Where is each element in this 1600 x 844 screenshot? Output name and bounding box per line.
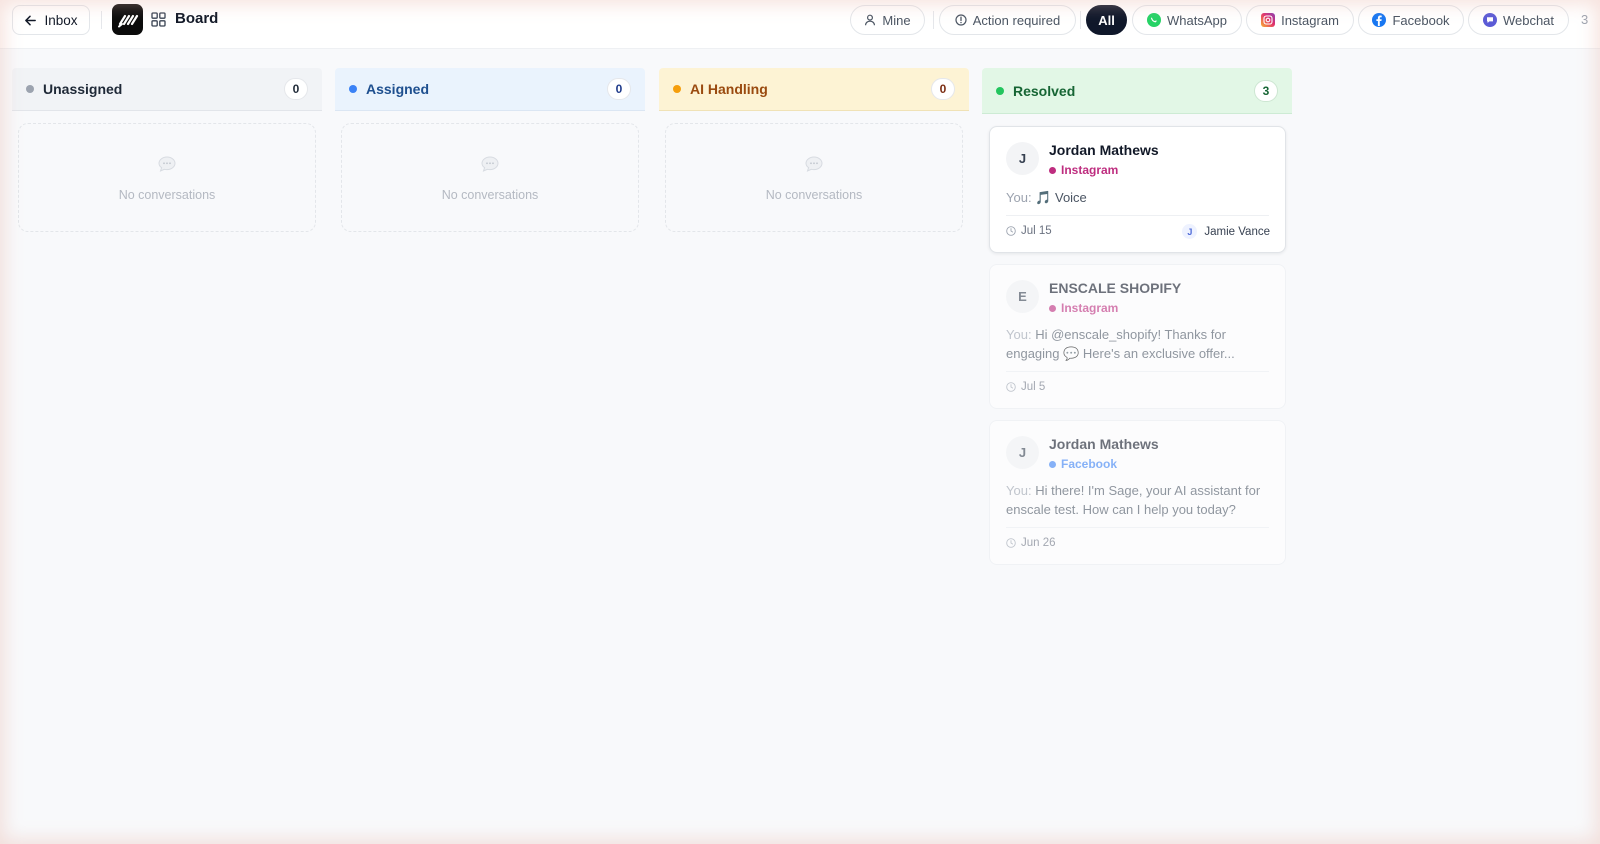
chat-bubble-icon bbox=[158, 155, 176, 172]
assignee-avatar: J bbox=[1182, 224, 1198, 239]
channel-label: Instagram bbox=[1049, 301, 1118, 315]
timestamp: Jul 15 bbox=[1006, 225, 1052, 237]
filter-all-label: All bbox=[1098, 12, 1115, 28]
top-bar: Inbox Board Mine Action required All Wha… bbox=[0, 0, 1600, 49]
avatar: E bbox=[1006, 280, 1039, 313]
arrow-left-icon bbox=[25, 15, 37, 25]
column-title: AI Handling bbox=[690, 81, 768, 97]
message-preview: You: Hi @enscale_shopify! Thanks for eng… bbox=[1006, 325, 1271, 363]
preview-text: Hi there! I'm Sage, your AI assistant fo… bbox=[1006, 483, 1261, 517]
webchat-icon bbox=[1482, 13, 1497, 27]
timestamp-text: Jul 5 bbox=[1021, 381, 1046, 393]
grid-icon bbox=[151, 12, 166, 27]
column-header-resolved: Resolved 3 bbox=[982, 68, 1292, 114]
filter-all-button[interactable]: All bbox=[1086, 5, 1127, 35]
channel-name: Facebook bbox=[1061, 457, 1118, 471]
channel-dot bbox=[1049, 460, 1056, 468]
filter-whatsapp-label: WhatsApp bbox=[1167, 12, 1227, 28]
filter-action-required-label: Action required bbox=[972, 12, 1061, 28]
divider bbox=[1080, 11, 1081, 29]
empty-state-text: No conversations bbox=[118, 187, 216, 202]
preview-prefix: You: bbox=[1006, 327, 1032, 342]
user-icon bbox=[865, 14, 876, 26]
preview-text: 🎵 Voice bbox=[1035, 190, 1087, 205]
assignee: J Jamie Vance bbox=[1182, 224, 1270, 239]
divider bbox=[1006, 371, 1269, 372]
divider bbox=[1006, 215, 1269, 216]
back-to-inbox-button[interactable]: Inbox bbox=[12, 5, 90, 35]
filter-facebook-button[interactable]: Facebook bbox=[1358, 5, 1464, 35]
conversation-card[interactable]: J Jordan Mathews Instagram You: 🎵 Voice … bbox=[989, 126, 1286, 253]
filter-facebook-label: Facebook bbox=[1392, 12, 1450, 28]
instagram-icon bbox=[1261, 13, 1276, 27]
timestamp: Jun 26 bbox=[1006, 537, 1056, 549]
status-dot bbox=[673, 85, 681, 93]
status-dot bbox=[26, 85, 34, 93]
channel-label: Instagram bbox=[1049, 163, 1118, 177]
facebook-icon bbox=[1372, 13, 1387, 27]
column-title: Assigned bbox=[366, 81, 430, 97]
empty-state-assigned: No conversations bbox=[341, 123, 639, 232]
logo-slashes-icon bbox=[117, 14, 138, 27]
empty-state-text: No conversations bbox=[441, 187, 539, 202]
filter-webchat-label: Webchat bbox=[1502, 12, 1555, 28]
page-title: Board bbox=[175, 10, 219, 27]
filter-webchat-button[interactable]: Webchat bbox=[1468, 5, 1569, 35]
channel-dot bbox=[1049, 304, 1056, 312]
assignee-name: Jamie Vance bbox=[1204, 225, 1270, 238]
divider bbox=[101, 11, 102, 29]
filter-mine-button[interactable]: Mine bbox=[850, 5, 925, 35]
preview-prefix: You: bbox=[1006, 483, 1032, 498]
contact-name: ENSCALE SHOPIFY bbox=[1049, 280, 1182, 296]
preview-text: Hi @enscale_shopify! Thanks for engaging… bbox=[1006, 327, 1235, 361]
conversation-card[interactable]: J Jordan Mathews Facebook You: Hi there!… bbox=[989, 420, 1286, 565]
column-title: Unassigned bbox=[43, 81, 123, 97]
channel-label: Facebook bbox=[1049, 457, 1117, 471]
column-count-badge: 0 bbox=[607, 78, 631, 100]
contact-name: Jordan Mathews bbox=[1049, 436, 1159, 452]
status-dot bbox=[349, 85, 357, 93]
conversation-card[interactable]: E ENSCALE SHOPIFY Instagram You: Hi @ens… bbox=[989, 264, 1286, 409]
contact-name: Jordan Mathews bbox=[1049, 142, 1159, 158]
channel-name: Instagram bbox=[1061, 163, 1119, 177]
channel-dot bbox=[1049, 166, 1056, 174]
app-logo bbox=[112, 4, 143, 35]
avatar: J bbox=[1006, 436, 1039, 469]
clock-icon bbox=[1006, 538, 1016, 548]
filter-whatsapp-button[interactable]: WhatsApp bbox=[1132, 5, 1242, 35]
preview-prefix: You: bbox=[1006, 190, 1032, 205]
empty-state-text: No conversations bbox=[765, 187, 863, 202]
clock-icon bbox=[1006, 382, 1016, 392]
clock-icon bbox=[1006, 226, 1016, 236]
alert-circle-icon bbox=[955, 14, 967, 26]
message-preview: You: Hi there! I'm Sage, your AI assista… bbox=[1006, 481, 1271, 519]
column-title: Resolved bbox=[1013, 82, 1076, 99]
overflow-count: 3 bbox=[1581, 12, 1589, 27]
status-dot bbox=[996, 86, 1004, 95]
chat-bubble-icon bbox=[481, 155, 499, 172]
empty-state-ai-handling: No conversations bbox=[665, 123, 963, 232]
filter-instagram-button[interactable]: Instagram bbox=[1246, 5, 1354, 35]
timestamp: Jul 5 bbox=[1006, 381, 1045, 393]
divider bbox=[933, 11, 934, 29]
whatsapp-icon bbox=[1147, 13, 1161, 27]
column-count-badge: 0 bbox=[284, 78, 308, 100]
filter-action-required-button[interactable]: Action required bbox=[939, 5, 1076, 35]
avatar: J bbox=[1006, 142, 1039, 175]
timestamp-text: Jul 15 bbox=[1021, 225, 1052, 237]
channel-name: Instagram bbox=[1061, 301, 1119, 315]
divider bbox=[1006, 527, 1269, 528]
column-header-assigned: Assigned 0 bbox=[335, 68, 645, 111]
empty-state-unassigned: No conversations bbox=[18, 123, 316, 232]
column-header-unassigned: Unassigned 0 bbox=[12, 68, 322, 111]
filter-mine-label: Mine bbox=[882, 12, 911, 28]
chat-bubble-icon bbox=[805, 155, 823, 172]
timestamp-text: Jun 26 bbox=[1021, 537, 1056, 549]
message-preview: You: 🎵 Voice bbox=[1006, 188, 1271, 207]
back-button-label: Inbox bbox=[44, 12, 78, 28]
column-count-badge: 3 bbox=[1254, 79, 1278, 102]
column-count-badge: 0 bbox=[931, 78, 955, 100]
column-header-ai-handling: AI Handling 0 bbox=[659, 68, 969, 111]
filter-instagram-label: Instagram bbox=[1281, 12, 1339, 28]
